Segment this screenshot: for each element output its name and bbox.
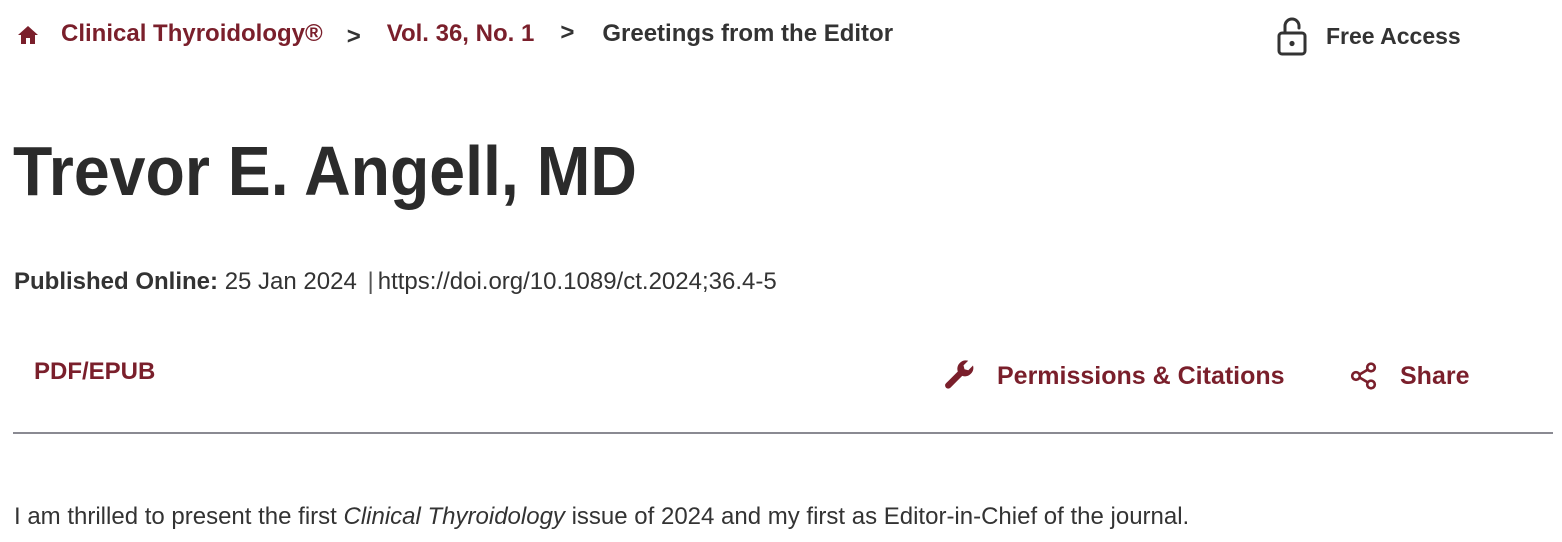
breadcrumb-journal-link[interactable]: Clinical Thyroidology® bbox=[61, 20, 323, 48]
breadcrumb-current-page: Greetings from the Editor bbox=[602, 20, 894, 47]
pdf-epub-button[interactable]: PDF/EPUB bbox=[34, 358, 155, 386]
article-title: Trevor E. Angell, MD bbox=[13, 132, 637, 210]
body-text-before: I am thrilled to present the first bbox=[14, 503, 344, 530]
permissions-citations-label: Permissions & Citations bbox=[997, 361, 1285, 390]
breadcrumb: Clinical Thyroidology® > Vol. 36, No. 1 … bbox=[17, 16, 893, 52]
wrench-icon bbox=[943, 359, 977, 393]
article-body-paragraph: I am thrilled to present the first Clini… bbox=[14, 500, 1189, 534]
share-icon bbox=[1350, 362, 1378, 390]
access-label: Free Access bbox=[1326, 22, 1461, 49]
body-text-after: issue of 2024 and my first as Editor-in-… bbox=[564, 503, 1190, 530]
permissions-citations-button[interactable]: Permissions & Citations bbox=[943, 358, 1285, 394]
breadcrumb-separator: > bbox=[560, 19, 575, 46]
home-icon[interactable] bbox=[17, 24, 39, 44]
breadcrumb-separator: > bbox=[346, 23, 361, 50]
published-date: 25 Jan 2024 bbox=[224, 268, 357, 295]
section-divider bbox=[13, 432, 1553, 434]
share-label: Share bbox=[1400, 361, 1470, 390]
published-label: Published Online: bbox=[14, 268, 219, 295]
article-meta: Published Online: 25 Jan 2024 | https://d… bbox=[14, 266, 777, 298]
unlock-icon bbox=[1276, 16, 1308, 56]
doi-link[interactable]: https://doi.org/10.1089/ct.2024;36.4-5 bbox=[378, 268, 777, 295]
journal-name-italic: Clinical Thyroidology bbox=[343, 503, 565, 530]
breadcrumb-issue-link[interactable]: Vol. 36, No. 1 bbox=[387, 20, 535, 48]
share-button[interactable]: Share bbox=[1350, 358, 1469, 394]
access-badge: Free Access bbox=[1276, 16, 1461, 56]
meta-separator: | bbox=[367, 268, 374, 295]
